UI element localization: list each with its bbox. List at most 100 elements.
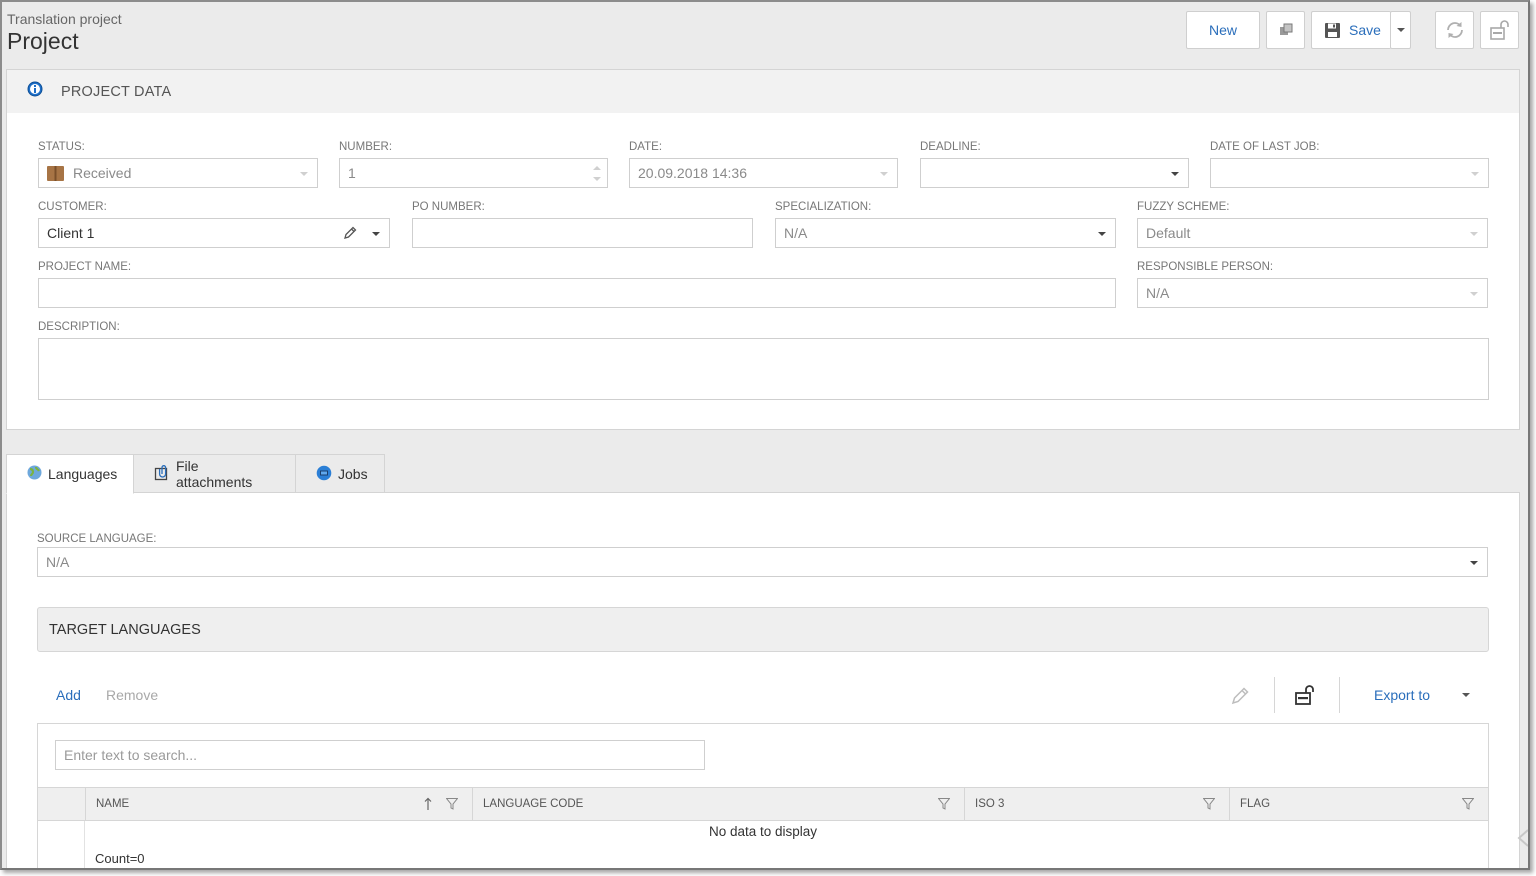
chevron-down-icon: [1470, 292, 1478, 296]
tab-languages[interactable]: Languages: [6, 454, 134, 494]
column-header-label: FLAG: [1240, 798, 1271, 810]
refresh-icon: [1444, 19, 1466, 41]
po-number-label: PO NUMBER:: [412, 201, 485, 213]
sort-ascending-icon[interactable]: [424, 797, 432, 813]
target-languages-grid: Enter text to search... NAME LANGUAGE CO…: [37, 723, 1489, 868]
filter-icon[interactable]: [1202, 798, 1216, 813]
save-button[interactable]: Save: [1311, 11, 1391, 49]
source-language-label: SOURCE LANGUAGE:: [37, 533, 157, 545]
edit-pencil-icon[interactable]: [1230, 686, 1250, 711]
column-flag[interactable]: FLAG: [1229, 788, 1488, 820]
chevron-down-icon: [300, 172, 308, 176]
page-subtitle: Translation project: [7, 11, 122, 27]
chevron-down-icon: [372, 232, 380, 236]
description-textarea[interactable]: [38, 338, 1489, 400]
chevron-down-icon: [1098, 232, 1106, 236]
refresh-button[interactable]: [1435, 11, 1474, 49]
column-iso3[interactable]: ISO 3: [964, 788, 1229, 820]
tab-label: Jobs: [338, 466, 368, 482]
chevron-down-icon: [880, 172, 888, 176]
responsible-person-select[interactable]: N/A: [1137, 278, 1488, 308]
fuzzy-scheme-select[interactable]: Default: [1137, 218, 1488, 248]
responsible-person-label: RESPONSIBLE PERSON:: [1137, 261, 1274, 273]
empty-grid-message: No data to display: [708, 824, 818, 839]
edit-pencil-icon[interactable]: [343, 226, 357, 243]
date-last-job-picker[interactable]: [1210, 158, 1489, 188]
source-language-select[interactable]: N/A: [37, 547, 1488, 577]
customer-label: CUSTOMER:: [38, 201, 107, 213]
project-data-header: PROJECT DATA: [7, 70, 1519, 113]
chevron-down-icon: [1471, 172, 1479, 176]
project-name-label: PROJECT NAME:: [38, 261, 132, 273]
toolbar-divider: [1274, 677, 1275, 713]
specialization-select[interactable]: N/A: [775, 218, 1116, 248]
add-button[interactable]: Add: [56, 687, 81, 703]
source-language-value: N/A: [46, 554, 70, 570]
save-options-dropdown[interactable]: [1390, 11, 1411, 49]
column-header-label: LANGUAGE CODE: [483, 798, 584, 810]
page-title: Project: [7, 28, 79, 54]
project-name-field[interactable]: [38, 278, 1116, 308]
customer-select[interactable]: Client 1: [38, 218, 390, 248]
filter-icon[interactable]: [1461, 798, 1475, 813]
customer-value: Client 1: [47, 225, 95, 241]
number-label: NUMBER:: [339, 141, 393, 153]
row-count: Count=0: [95, 851, 145, 866]
stepper-up-icon[interactable]: [593, 166, 601, 170]
globe-icon: [27, 465, 42, 483]
attachment-icon: [154, 464, 170, 484]
search-input[interactable]: Enter text to search...: [55, 740, 705, 770]
jobs-icon: [316, 465, 332, 484]
fuzzy-scheme-value: Default: [1146, 225, 1191, 241]
column-name[interactable]: NAME: [85, 788, 472, 820]
row-selector-column: [38, 788, 85, 820]
chevron-down-icon: [1171, 172, 1179, 176]
target-languages-header: TARGET LANGUAGES: [37, 607, 1489, 652]
toolbar-divider: [1339, 677, 1340, 713]
chevron-down-icon: [1470, 232, 1478, 236]
unlock-icon: [1489, 19, 1511, 41]
remove-button[interactable]: Remove: [106, 687, 158, 703]
tab-label: Languages: [48, 466, 118, 482]
box-icon: [47, 165, 64, 181]
unlock-icon[interactable]: [1294, 684, 1316, 711]
new-button-label: New: [1208, 22, 1237, 38]
info-icon: [27, 81, 43, 102]
po-number-field[interactable]: [412, 218, 753, 248]
chevron-down-icon[interactable]: [1462, 693, 1470, 697]
status-label: STATUS:: [38, 141, 85, 153]
save-button-label: Save: [1349, 22, 1381, 38]
date-last-job-label: DATE OF LAST JOB:: [1210, 141, 1320, 153]
copy-icon: [1278, 22, 1294, 38]
column-language-code[interactable]: LANGUAGE CODE: [472, 788, 964, 820]
chevron-down-icon: [1396, 28, 1405, 32]
collapse-handle-icon[interactable]: [1516, 828, 1528, 853]
stepper-down-icon[interactable]: [593, 177, 601, 181]
status-value: Received: [73, 165, 132, 181]
unlock-button[interactable]: [1480, 11, 1519, 49]
column-header-label: ISO 3: [975, 798, 1005, 810]
search-placeholder: Enter text to search...: [64, 747, 198, 763]
responsible-person-value: N/A: [1146, 285, 1170, 301]
fuzzy-scheme-label: FUZZY SCHEME:: [1137, 201, 1230, 213]
deadline-label: DEADLINE:: [920, 141, 981, 153]
number-stepper[interactable]: 1: [339, 158, 608, 188]
specialization-value: N/A: [784, 225, 808, 241]
copy-button[interactable]: [1266, 11, 1305, 49]
tab-jobs[interactable]: Jobs: [295, 454, 385, 494]
new-button[interactable]: New: [1186, 11, 1260, 49]
project-data-title: PROJECT DATA: [61, 83, 172, 100]
status-select[interactable]: Received: [38, 158, 318, 188]
column-header-label: NAME: [96, 798, 130, 810]
export-to-button[interactable]: Export to: [1374, 687, 1430, 703]
tab-label: File attachments: [176, 458, 253, 490]
description-label: DESCRIPTION:: [38, 321, 120, 333]
number-value: 1: [348, 165, 356, 181]
filter-icon[interactable]: [445, 798, 459, 813]
date-label: DATE:: [629, 141, 663, 153]
date-picker[interactable]: 20.09.2018 14:36: [629, 158, 898, 188]
filter-icon[interactable]: [937, 798, 951, 813]
save-icon: [1324, 22, 1341, 39]
tab-file-attachments[interactable]: File attachments: [133, 454, 296, 494]
deadline-picker[interactable]: [920, 158, 1189, 188]
